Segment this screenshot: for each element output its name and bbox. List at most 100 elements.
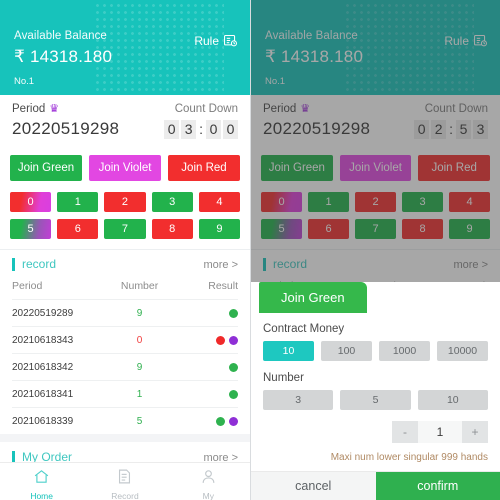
countdown-colon: :	[449, 121, 453, 137]
number-grid: 0 1 2 3 4 5 6 7 8 9	[251, 190, 500, 249]
number-option-10[interactable]: 10	[417, 390, 488, 410]
period-label: Period	[12, 103, 46, 115]
join-green-button: Join Green	[261, 155, 333, 181]
contract-money-option-100[interactable]: 100	[321, 341, 372, 361]
crown-icon: ♛	[300, 102, 311, 115]
nav-item-home[interactable]: Home	[0, 463, 83, 500]
join-violet-button: Join Violet	[339, 155, 412, 181]
row-result	[176, 389, 238, 399]
countdown-digit: 2	[431, 119, 447, 139]
countdown-digit: 3	[181, 119, 197, 139]
app-screen-left: Available Balance ₹ 14318.180 No.1 Rule	[0, 0, 250, 500]
join-violet-button[interactable]: Join Violet	[89, 155, 161, 181]
modal-actions: cancel confirm	[251, 471, 500, 500]
home-icon	[33, 468, 50, 490]
result-dot-green	[216, 416, 225, 426]
number-options: 3 5 10	[263, 390, 488, 410]
number-button-1[interactable]: 1	[57, 192, 99, 212]
row-period: 20210618343	[12, 334, 74, 346]
number-button-2[interactable]: 2	[104, 192, 146, 212]
row-number: 1	[136, 388, 143, 400]
countdown-right: 0 2 : 5 3	[414, 119, 488, 139]
row-number: 9	[136, 307, 143, 319]
contract-money-options: 10 100 1000 10000	[263, 341, 488, 361]
join-green-button[interactable]: Join Green	[10, 155, 82, 181]
record-title: record	[12, 258, 56, 271]
modal-tab-join-green: Join Green	[259, 282, 367, 313]
quantity-stepper: - 1 +	[392, 421, 488, 443]
row-result	[176, 335, 238, 345]
modal-body: Contract Money 10 100 1000 10000 Number …	[251, 313, 500, 471]
app-screen-right: Available Balance ₹ 14318.180 No.1 Rule	[250, 0, 500, 500]
nav-item-record[interactable]: Record	[83, 463, 166, 500]
number-button-3[interactable]: 3	[151, 192, 193, 212]
join-red-button: Join Red	[418, 155, 491, 181]
record-title: record	[263, 258, 307, 271]
period-label-group: Period ♛	[263, 103, 310, 115]
countdown-digit: 0	[164, 119, 180, 139]
period-number: 20220519298	[12, 119, 120, 138]
join-button-row: Join Green Join Violet Join Red	[251, 149, 500, 190]
number-button-7[interactable]: 7	[104, 219, 146, 239]
number-button-0[interactable]: 0	[10, 192, 52, 212]
number-button-6[interactable]: 6	[57, 219, 99, 239]
record-section-header: record more >	[0, 249, 250, 278]
number-button-8[interactable]: 8	[151, 219, 193, 239]
result-dot-green	[229, 308, 238, 318]
contract-money-option-10[interactable]: 10	[263, 341, 314, 361]
cancel-button[interactable]: cancel	[251, 472, 376, 500]
result-dot-green	[229, 362, 238, 372]
number-button-8: 8	[402, 219, 443, 239]
number-button-4[interactable]: 4	[198, 192, 240, 212]
number-option-5[interactable]: 5	[340, 390, 411, 410]
number-button-5[interactable]: 5	[10, 219, 52, 239]
table-row: 20210618343 0	[12, 326, 238, 353]
number-button-1: 1	[308, 192, 349, 212]
balance-header: Available Balance ₹ 14318.180 No.1 Rule	[0, 0, 250, 95]
number-button-6: 6	[308, 219, 349, 239]
table-row: 20220519289 9	[12, 299, 238, 326]
number-option-3[interactable]: 3	[263, 390, 334, 410]
confirm-button[interactable]: confirm	[375, 472, 500, 500]
table-row: 20210618341 1	[12, 380, 238, 407]
record-more-link: more >	[453, 258, 488, 271]
row-period: 20220519289	[12, 307, 74, 319]
balance-amount: ₹ 14318.180	[14, 47, 113, 66]
row-result	[176, 362, 238, 372]
nav-label-my: My	[202, 491, 214, 500]
record-table-header: Period Number Result	[12, 278, 238, 299]
bottom-navigation: Home Record My	[0, 462, 250, 500]
person-icon	[200, 468, 217, 490]
max-hands-hint: Maxi num lower singular 999 hands	[330, 452, 488, 463]
column-header-number: Number	[120, 280, 159, 292]
bet-modal-sheet: Join Green Contract Money 10 100 1000 10…	[251, 282, 500, 500]
rule-document-clock-icon	[473, 33, 488, 48]
stepper-value[interactable]: 1	[418, 421, 462, 443]
record-more-link[interactable]: more >	[203, 259, 238, 271]
number-button-4: 4	[449, 192, 490, 212]
countdown-digit: 3	[473, 119, 488, 139]
row-result	[176, 416, 238, 426]
rule-button[interactable]: Rule	[194, 33, 238, 48]
number-label: Number	[263, 372, 304, 384]
number-button-9[interactable]: 9	[198, 219, 240, 239]
countdown-digit: 5	[456, 119, 471, 139]
contract-money-option-10000[interactable]: 10000	[437, 341, 488, 361]
column-header-result: Result	[208, 280, 238, 292]
contract-money-option-1000[interactable]: 1000	[379, 341, 430, 361]
nav-item-my[interactable]: My	[167, 463, 250, 500]
number-button-2: 2	[355, 192, 396, 212]
account-number: No.1	[14, 76, 35, 87]
stepper-increment-button[interactable]: +	[462, 421, 488, 443]
countdown-label: Count Down	[424, 103, 488, 115]
period-label: Period	[263, 103, 297, 115]
countdown-digit: 0	[414, 119, 430, 139]
result-dot-green	[229, 389, 238, 399]
rule-label: Rule	[194, 33, 219, 48]
join-button-row: Join Green Join Violet Join Red	[0, 149, 250, 190]
join-red-button[interactable]: Join Red	[168, 155, 240, 181]
crown-icon: ♛	[49, 102, 60, 115]
stepper-decrement-button[interactable]: -	[392, 421, 418, 443]
account-number: No.1	[265, 76, 286, 87]
nav-label-record: Record	[111, 491, 139, 500]
